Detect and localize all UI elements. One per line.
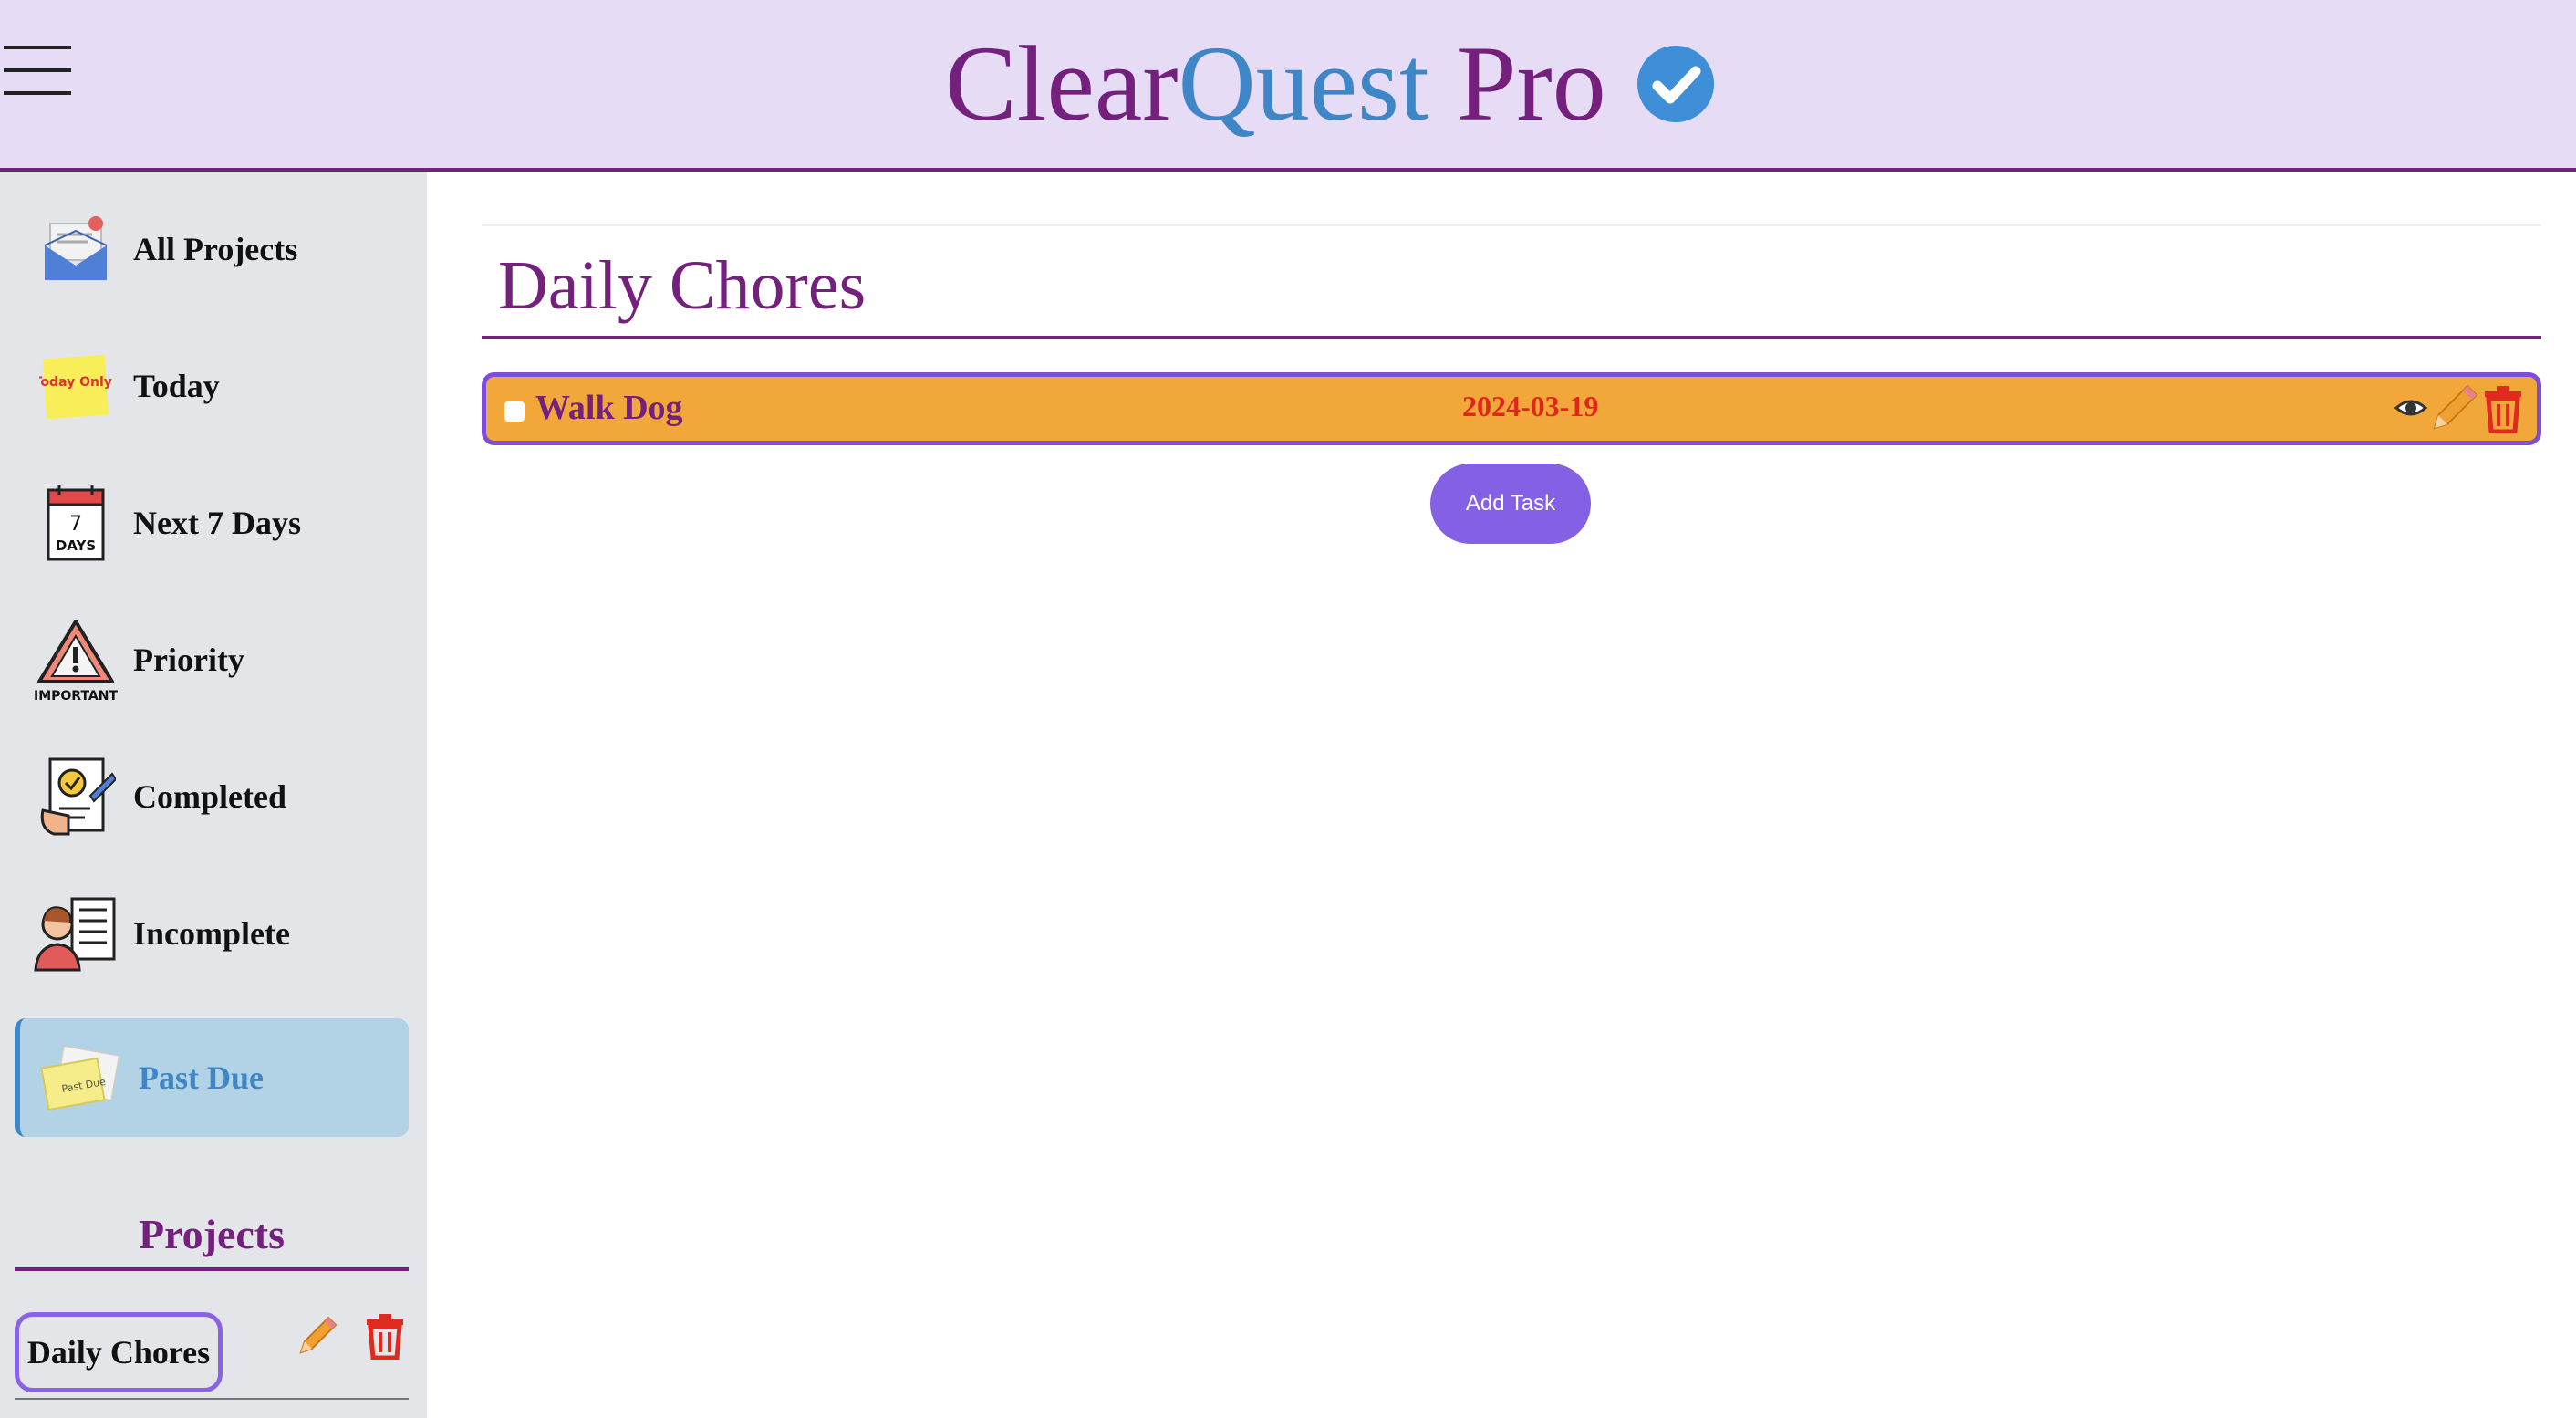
sidebar-item-label: Completed — [133, 778, 286, 815]
sidebar-item-label: Priority — [133, 641, 244, 678]
sidebar-item-incomplete[interactable]: Incomplete — [15, 874, 409, 993]
task-name: Walk Dog — [535, 389, 683, 427]
warning-important-icon: IMPORTANT — [31, 615, 120, 704]
brand-quest: Quest — [1178, 24, 1429, 143]
hamburger-menu-icon[interactable] — [4, 46, 71, 97]
sidebar-item-completed[interactable]: Completed — [15, 737, 409, 856]
brand-clear: Clear — [945, 24, 1179, 143]
eye-view-icon[interactable] — [2393, 390, 2429, 426]
sidebar-item-today[interactable]: Today Only! Today — [15, 327, 409, 445]
brand-pro: Pro — [1456, 24, 1606, 143]
sidebar-item-label: Past Due — [139, 1059, 264, 1096]
project-header: Daily Chores — [482, 224, 2541, 339]
sidebar-item-label: Next 7 Days — [133, 505, 301, 541]
sticky-note-today-icon: Today Only! — [31, 341, 120, 431]
sidebar: All Projects Today Only! Today 7 DAYS Ne… — [0, 172, 427, 1418]
add-task-button[interactable]: Add Task — [1430, 464, 1591, 544]
page-title: Daily Chores — [498, 247, 867, 324]
project-daily-chores[interactable]: Daily Chores — [15, 1312, 223, 1392]
app-header: Clear Quest Pro — [0, 0, 2576, 172]
pencil-edit-icon[interactable] — [294, 1312, 341, 1360]
sidebar-item-label: Today — [133, 368, 220, 404]
person-checklist-icon — [31, 889, 120, 978]
project-divider — [15, 1398, 409, 1400]
sidebar-item-next-7-days[interactable]: 7 DAYS Next 7 Days — [15, 464, 409, 582]
sticky-note-text: Today Only! — [39, 375, 112, 390]
verified-check-icon — [1636, 46, 1714, 122]
task-row: Walk Dog 2024-03-19 — [482, 372, 2541, 445]
task-checkbox[interactable] — [504, 401, 525, 422]
calendar-number: 7 — [69, 513, 82, 536]
past-due-notes-icon: Past Due — [36, 1033, 126, 1122]
task-due-date: 2024-03-19 — [1462, 390, 1599, 422]
sidebar-item-label: All Projects — [133, 231, 298, 267]
trash-delete-icon[interactable] — [363, 1312, 407, 1360]
projects-heading: Projects — [15, 1210, 409, 1271]
sidebar-item-past-due[interactable]: Past Due Past Due — [15, 1018, 409, 1137]
app-title: Clear Quest Pro — [945, 20, 1716, 148]
pencil-edit-icon[interactable] — [2429, 382, 2480, 433]
calendar-days-text: DAYS — [56, 537, 96, 554]
sidebar-item-priority[interactable]: IMPORTANT Priority — [15, 600, 409, 719]
trash-delete-icon[interactable] — [2482, 384, 2524, 433]
checklist-completed-icon — [31, 752, 120, 841]
calendar-7-days-icon: 7 DAYS — [31, 478, 120, 568]
important-text: IMPORTANT — [34, 689, 118, 704]
mail-envelope-icon — [31, 204, 120, 294]
sidebar-item-label: Incomplete — [133, 915, 290, 952]
sidebar-item-all-projects[interactable]: All Projects — [15, 190, 409, 308]
